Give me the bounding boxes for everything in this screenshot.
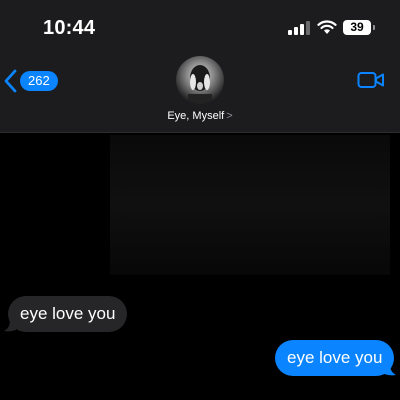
chevron-right-icon: > (226, 110, 233, 122)
back-button[interactable]: 262 (4, 68, 58, 94)
sent-bubble-tail (384, 364, 396, 376)
avatar-image-icon (188, 65, 212, 104)
battery-icon: 39 (343, 20, 371, 35)
received-bubble-tail (4, 320, 16, 332)
contact-name[interactable]: Eye, Myself > (0, 110, 400, 122)
message-bubble-received[interactable]: eye love you (8, 296, 128, 332)
battery-nub (373, 25, 375, 30)
signal-icon (288, 21, 310, 35)
unread-count-badge: 262 (20, 71, 58, 91)
contact-name-label: Eye, Myself (167, 110, 225, 122)
back-chevron-icon (4, 69, 17, 93)
video-camera-icon[interactable] (357, 70, 385, 90)
conversation-header: 10:44 39 262 Eye, Myself > (0, 0, 400, 133)
message-text: eye love you (20, 304, 116, 323)
wifi-icon (317, 20, 337, 34)
message-text: eye love you (287, 348, 383, 367)
background-image (110, 135, 390, 275)
message-bubble-sent[interactable]: eye love you (275, 340, 395, 376)
contact-avatar[interactable] (176, 56, 224, 104)
status-time: 10:44 (43, 17, 96, 39)
